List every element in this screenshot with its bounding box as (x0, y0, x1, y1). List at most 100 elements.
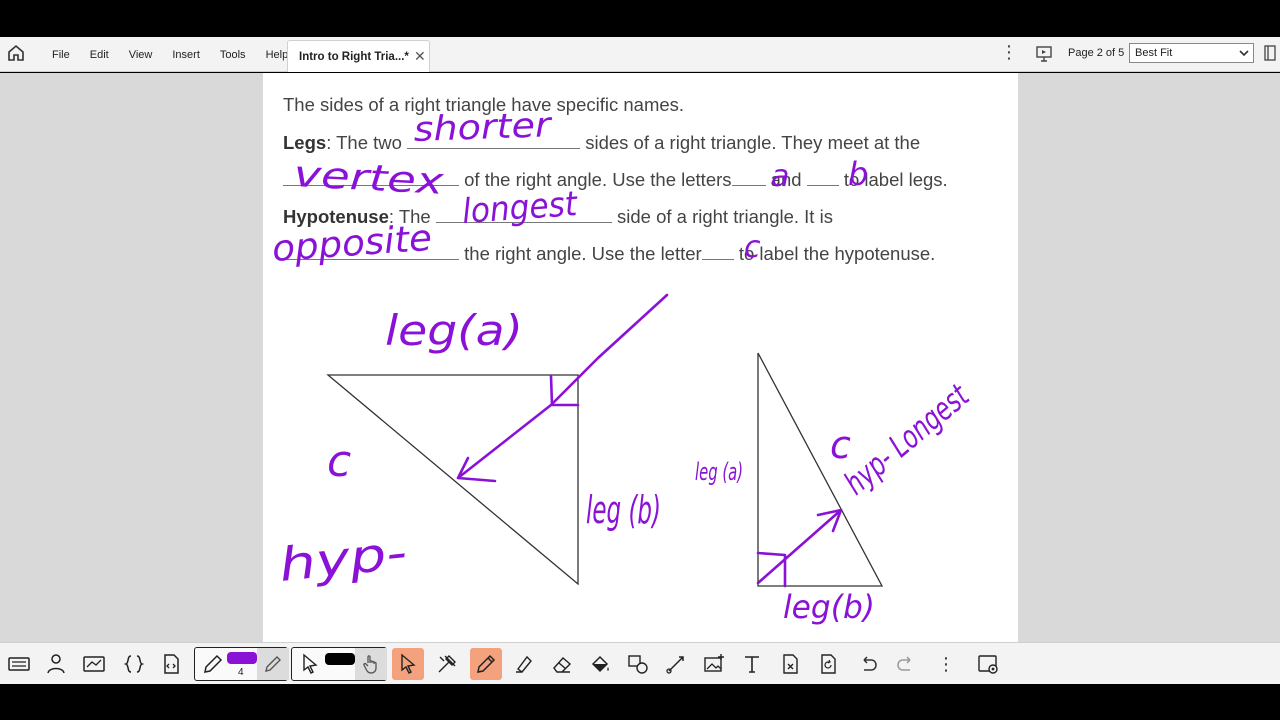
legs-text-2: sides of a right triangle. They meet at … (585, 132, 921, 153)
shapes-icon (628, 655, 648, 674)
shapes-button[interactable] (622, 648, 654, 680)
close-tab-icon[interactable]: ✕ (414, 48, 426, 65)
highlighter-pen-button[interactable] (470, 648, 502, 680)
pointer-color-swatch[interactable] (325, 653, 355, 665)
user-switch-icon (47, 654, 65, 674)
hand-button[interactable] (355, 648, 387, 680)
zoom-select[interactable]: Best Fit (1129, 43, 1254, 63)
home-icon (8, 44, 24, 61)
app-header: File Edit View Insert Tools Help Intro t… (0, 37, 1280, 72)
blank-b[interactable] (806, 168, 839, 186)
insert-code-button[interactable] (155, 648, 187, 680)
blank-longest[interactable] (435, 205, 612, 223)
ink-leg-b-bottom: leg(b) (783, 588, 875, 626)
ink-arrow-right (756, 508, 843, 585)
pencil-icon (265, 656, 281, 672)
more-options-icon[interactable]: ⋮ (1000, 42, 1018, 63)
user-switch-button[interactable] (40, 648, 72, 680)
line-icon (666, 656, 684, 674)
pointer-tool-group (291, 647, 387, 681)
redo-icon (897, 656, 911, 671)
redo-button[interactable] (890, 648, 922, 680)
text-button[interactable] (736, 648, 768, 680)
blank-opposite[interactable] (283, 242, 459, 260)
file-remove-icon (783, 654, 798, 674)
hand-pointer-icon (363, 655, 377, 674)
vertex-line: of the right angle. Use the letters and … (283, 168, 948, 191)
zoom-value: Best Fit (1135, 47, 1173, 59)
ink-right-angle-mark-left (549, 374, 580, 407)
toolbar-more-icon[interactable]: ⋮ (930, 648, 962, 680)
document-page[interactable]: The sides of a right triangle have speci… (263, 73, 1018, 642)
code-file-icon (164, 654, 179, 674)
insert-image-button[interactable] (698, 648, 730, 680)
menu-file[interactable]: File (49, 47, 73, 63)
marker-icon (477, 654, 496, 673)
pointer-button[interactable] (294, 648, 326, 680)
left-triangle (326, 374, 579, 586)
vertex-text-1: of the right angle. Use the letters (464, 169, 732, 190)
pen-button[interactable] (197, 648, 229, 680)
menu-bar: File Edit View Insert Tools Help (40, 37, 305, 72)
document-tab[interactable]: Intro to Right Tria...* ✕ (287, 40, 430, 72)
file-refresh-icon (821, 654, 836, 674)
code-braces-icon (123, 655, 145, 673)
menu-insert[interactable]: Insert (169, 47, 203, 63)
hypotenuse-line: Hypotenuse: The side of a right triangle… (283, 205, 833, 228)
legs-text-1: : The two (326, 132, 402, 153)
right-triangle (757, 352, 884, 587)
tools-button[interactable] (431, 648, 463, 680)
clear-page-button[interactable] (774, 648, 806, 680)
select-tool-button[interactable] (392, 648, 424, 680)
blank-vertex[interactable] (283, 168, 459, 186)
pen-icon (204, 654, 223, 673)
code-button[interactable] (118, 648, 150, 680)
text-icon (745, 656, 759, 673)
keyboard-icon (8, 657, 30, 671)
opposite-line: the right angle. Use the letter to label… (283, 242, 935, 265)
pen-color-swatch[interactable] (227, 652, 257, 664)
ink-hyp-left: hyp- (277, 525, 410, 592)
blank-c[interactable] (701, 242, 734, 260)
line-button[interactable] (660, 648, 692, 680)
image-add-icon (704, 654, 724, 672)
workspace: The sides of a right triangle have speci… (0, 73, 1280, 642)
highlighter-button[interactable] (508, 648, 540, 680)
undo-button[interactable] (852, 648, 884, 680)
ink-leg-a-top: leg(a) (385, 306, 523, 355)
eraser-button[interactable] (546, 648, 578, 680)
pen-settings-button[interactable] (257, 648, 289, 680)
opposite-text-1: the right angle. Use the letter (464, 243, 702, 264)
toolbar-settings-button[interactable] (972, 648, 1004, 680)
chevron-down-icon (1239, 50, 1249, 57)
keyboard-button[interactable] (3, 648, 35, 680)
ink-hyp-longest: hyp- Longest (837, 376, 977, 502)
vertex-and: and (770, 169, 802, 190)
pen-size-label: 4 (238, 667, 244, 678)
undo-icon (863, 656, 877, 671)
toolbar-settings-icon (978, 655, 998, 674)
fill-button[interactable] (584, 648, 616, 680)
legs-label: Legs (283, 132, 327, 153)
menu-view[interactable]: View (126, 47, 156, 63)
page-refresh-button[interactable] (812, 648, 844, 680)
vertex-text-2: to label legs. (843, 169, 948, 190)
ink-right-angle-mark-right (756, 551, 787, 588)
menu-edit[interactable]: Edit (87, 47, 112, 63)
highlighter-icon (516, 655, 532, 673)
legs-line: Legs: The two sides of a right triangle.… (283, 131, 920, 154)
select-cursor-icon (401, 653, 416, 674)
present-icon[interactable] (1034, 44, 1054, 64)
ink-leg-a-right: leg (a) (695, 458, 743, 486)
panel-toggle-icon[interactable] (1262, 44, 1278, 62)
hypotenuse-label: Hypotenuse (283, 206, 389, 227)
home-button[interactable] (4, 41, 28, 65)
blank-shorter[interactable] (407, 131, 581, 149)
blank-a[interactable] (731, 168, 766, 186)
screen-capture-button[interactable] (78, 648, 110, 680)
screen-capture-icon (83, 656, 105, 672)
eraser-icon (553, 657, 572, 673)
page-indicator: Page 2 of 5 (1068, 47, 1125, 59)
hypotenuse-text-1: : The (388, 206, 431, 227)
menu-tools[interactable]: Tools (217, 47, 249, 63)
